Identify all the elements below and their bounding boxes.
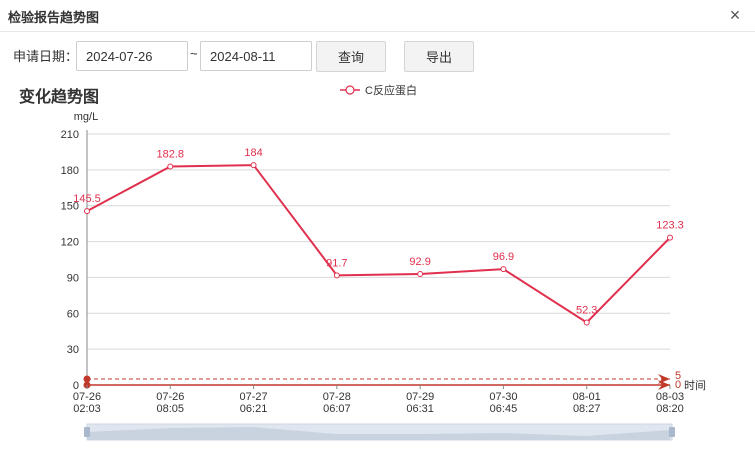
- export-button[interactable]: 导出: [404, 41, 474, 72]
- data-point[interactable]: [500, 266, 507, 273]
- data-point[interactable]: [250, 162, 257, 169]
- legend-item-label: C反应蛋白: [365, 83, 417, 97]
- x-tick-label-date: 08-03: [656, 391, 684, 403]
- date-filter-label: 申请日期：: [13, 49, 79, 64]
- data-label: 182.8: [157, 149, 185, 161]
- x-tick-label-date: 08-01: [573, 391, 601, 403]
- data-label: 145.5: [73, 193, 101, 205]
- y-tick-label: 210: [61, 129, 79, 141]
- data-point[interactable]: [167, 163, 174, 170]
- y-tick-label: 120: [61, 237, 79, 249]
- y-axis-unit-label: mg/L: [74, 111, 98, 123]
- reference-line-start-marker: [83, 375, 91, 383]
- series-line: [86, 164, 671, 324]
- zoom-slider-right-handle[interactable]: [669, 427, 675, 437]
- x-tick-label-date: 07-27: [240, 391, 268, 403]
- dialog-titlebar: 检验报告趋势图 ×: [0, 0, 755, 32]
- start-date-input[interactable]: [76, 41, 188, 71]
- y-tick-label: 90: [67, 272, 79, 284]
- y-tick-label: 180: [61, 165, 79, 177]
- data-label: 123.3: [656, 220, 684, 232]
- x-tick-label-time: 02:03: [73, 403, 101, 415]
- x-tick-label-time: 08:05: [157, 403, 185, 415]
- end-date-input[interactable]: [200, 41, 312, 71]
- x-tick-label-time: 06:45: [490, 403, 518, 415]
- x-tick-label-time: 06:07: [323, 403, 351, 415]
- legend-marker-icon: [345, 85, 355, 95]
- x-tick-label-date: 07-30: [489, 391, 517, 403]
- x-tick-label-time: 08:27: [573, 403, 601, 415]
- x-tick-label-date: 07-26: [156, 391, 184, 403]
- data-label: 96.9: [493, 251, 514, 263]
- data-label: 52.3: [576, 304, 597, 316]
- data-point[interactable]: [583, 319, 590, 326]
- reference-line-label: 0: [675, 379, 681, 391]
- zoom-slider-left-handle[interactable]: [84, 427, 90, 437]
- trend-chart: mg/L030609012015018021050 时间07-2602:0307-…: [61, 83, 706, 441]
- close-icon[interactable]: ×: [725, 4, 745, 26]
- data-point[interactable]: [667, 234, 673, 241]
- data-point[interactable]: [333, 272, 340, 279]
- dialog-title: 检验报告趋势图: [8, 10, 100, 25]
- data-label: 91.7: [326, 257, 347, 269]
- x-axis-name: 时间: [684, 379, 706, 392]
- x-tick-label-date: 07-29: [406, 391, 434, 403]
- date-range-separator: ~: [190, 46, 198, 61]
- data-label: 184: [244, 147, 262, 159]
- query-button[interactable]: 查询: [316, 41, 386, 72]
- x-tick-label-date: 07-26: [73, 391, 101, 403]
- data-point[interactable]: [84, 208, 90, 215]
- y-tick-label: 30: [67, 344, 79, 356]
- x-tick-label-time: 08:20: [656, 403, 684, 415]
- y-tick-label: 60: [67, 308, 79, 320]
- data-label: 92.9: [409, 256, 430, 268]
- data-point[interactable]: [417, 270, 424, 277]
- x-tick-label-time: 06:31: [406, 403, 434, 415]
- x-tick-label-date: 07-28: [323, 391, 351, 403]
- x-tick-label-time: 06:21: [240, 403, 268, 415]
